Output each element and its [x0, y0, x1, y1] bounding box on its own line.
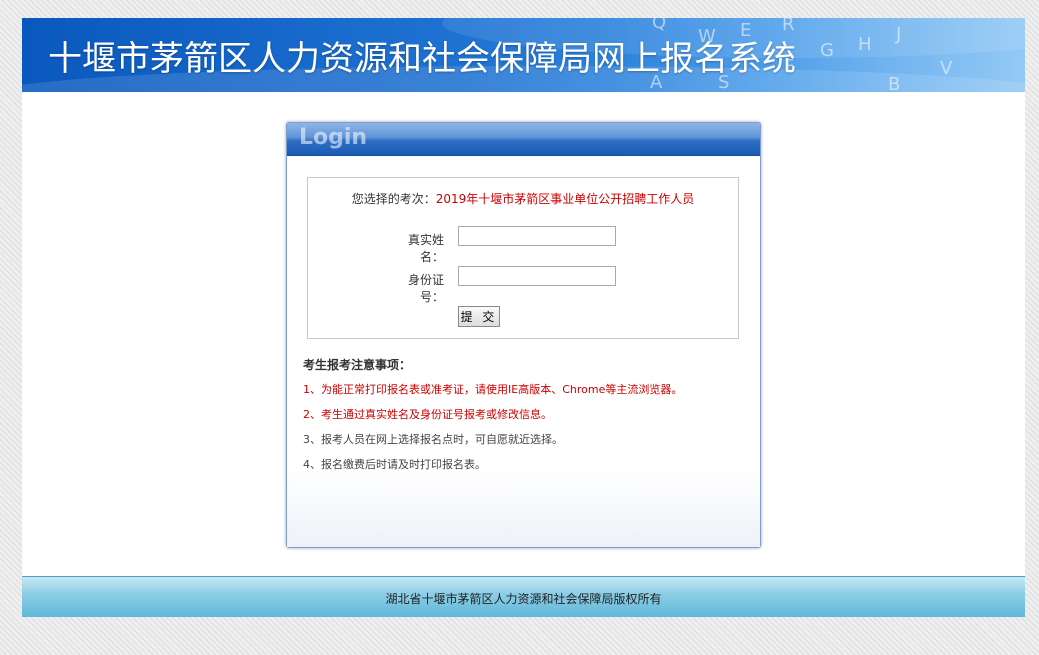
site-header-banner: Q W E R F G H J A S B V 十堰市茅箭区人力资源和社会保障局…: [22, 18, 1025, 92]
notice-item: 2、考生通过真实姓名及身份证号报考或修改信息。: [303, 408, 552, 421]
site-title: 十堰市茅箭区人力资源和社会保障局网上报名系统: [48, 39, 796, 79]
key-decoration: V: [940, 58, 953, 79]
id-number-label: 身份证号：: [407, 273, 444, 304]
login-panel-body: 您选择的考次：2019年十堰市茅箭区事业单位公开招聘工作人员 真实姓名： 身份证…: [287, 156, 760, 547]
real-name-input[interactable]: [458, 226, 616, 246]
notice-item: 3、报考人员在网上选择报名点时，可自愿就近选择。: [303, 433, 563, 446]
key-decoration: G: [820, 40, 834, 61]
key-decoration: B: [888, 74, 901, 92]
copyright-text: 湖北省十堰市茅箭区人力资源和社会保障局版权所有: [385, 592, 662, 606]
login-title: Login: [299, 125, 368, 150]
page-container: Q W E R F G H J A S B V 十堰市茅箭区人力资源和社会保障局…: [22, 18, 1025, 617]
exam-label: 您选择的考次：: [351, 192, 436, 206]
real-name-label: 真实姓名：: [407, 233, 444, 264]
key-decoration: J: [896, 24, 902, 45]
exam-name: 2019年十堰市茅箭区事业单位公开招聘工作人员: [435, 192, 695, 206]
id-number-input[interactable]: [458, 266, 616, 286]
key-decoration: H: [858, 34, 872, 55]
site-footer: 湖北省十堰市茅箭区人力资源和社会保障局版权所有: [22, 576, 1025, 617]
notice-item: 4、报名缴费后时请及时打印报名表。: [303, 458, 486, 471]
login-panel: Login 您选择的考次：2019年十堰市茅箭区事业单位公开招聘工作人员 真实姓…: [286, 122, 761, 548]
notice-item: 1、为能正常打印报名表或准考证，请使用IE高版本、Chrome等主流浏览器。: [303, 383, 683, 396]
login-form: 您选择的考次：2019年十堰市茅箭区事业单位公开招聘工作人员 真实姓名： 身份证…: [307, 177, 739, 339]
notice-title: 考生报考注意事项：: [303, 358, 412, 372]
login-panel-header: Login: [287, 123, 760, 156]
notice-section: 考生报考注意事项： 1、为能正常打印报名表或准考证，请使用IE高版本、Chrom…: [303, 356, 743, 481]
submit-button[interactable]: 提 交: [458, 306, 500, 327]
selected-exam-line: 您选择的考次：2019年十堰市茅箭区事业单位公开招聘工作人员: [308, 190, 738, 207]
